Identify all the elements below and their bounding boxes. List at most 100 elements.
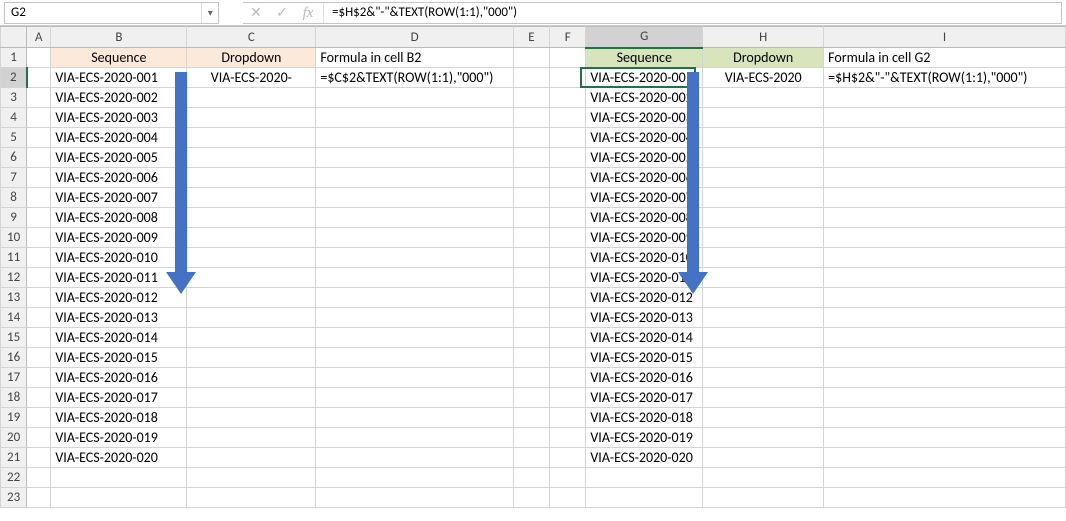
row-header[interactable]: 8 (1, 188, 27, 208)
row-header[interactable]: 22 (1, 468, 27, 488)
cell-C5[interactable] (187, 128, 316, 148)
row-header[interactable]: 23 (1, 488, 27, 508)
cell-G21[interactable]: VIA-ECS-2020-020 (586, 448, 703, 468)
cell-F15[interactable] (550, 328, 586, 348)
cell-A10[interactable] (27, 228, 51, 248)
cell-A11[interactable] (27, 248, 51, 268)
cell-C13[interactable] (187, 288, 316, 308)
cell-A21[interactable] (27, 448, 51, 468)
cell-C9[interactable] (187, 208, 316, 228)
cell-I14[interactable] (824, 308, 1066, 328)
cell-A12[interactable] (27, 268, 51, 288)
cell-C3[interactable] (187, 88, 316, 108)
cell-E20[interactable] (513, 428, 549, 448)
cell-I20[interactable] (824, 428, 1066, 448)
cell-H5[interactable] (703, 128, 824, 148)
cell-D16[interactable] (316, 348, 513, 368)
cell-I7[interactable] (824, 168, 1066, 188)
cell-G13[interactable]: VIA-ECS-2020-012 (586, 288, 703, 308)
cell-F12[interactable] (550, 268, 586, 288)
cell-F20[interactable] (550, 428, 586, 448)
cell-B4[interactable]: VIA-ECS-2020-003 (51, 108, 187, 128)
col-header-D[interactable]: D (316, 27, 513, 48)
cell-E5[interactable] (513, 128, 549, 148)
cell-I17[interactable] (824, 368, 1066, 388)
cell-D3[interactable] (316, 88, 513, 108)
cell-C20[interactable] (187, 428, 316, 448)
col-header-G[interactable]: G (586, 27, 703, 48)
cell-D9[interactable] (316, 208, 513, 228)
cell-C17[interactable] (187, 368, 316, 388)
cell-E12[interactable] (513, 268, 549, 288)
cell-E3[interactable] (513, 88, 549, 108)
cell-H13[interactable] (703, 288, 824, 308)
cell-D18[interactable] (316, 388, 513, 408)
cell-A13[interactable] (27, 288, 51, 308)
cell-I16[interactable] (824, 348, 1066, 368)
cell-B15[interactable]: VIA-ECS-2020-014 (51, 328, 187, 348)
cell-G4[interactable]: VIA-ECS-2020-003 (586, 108, 703, 128)
cell-G18[interactable]: VIA-ECS-2020-017 (586, 388, 703, 408)
cell-F18[interactable] (550, 388, 586, 408)
cell-H8[interactable] (703, 188, 824, 208)
cell-B5[interactable]: VIA-ECS-2020-004 (51, 128, 187, 148)
cell-G23[interactable] (586, 488, 703, 508)
cell-F10[interactable] (550, 228, 586, 248)
col-header-A[interactable]: A (27, 27, 51, 48)
cell-E10[interactable] (513, 228, 549, 248)
cell-C4[interactable] (187, 108, 316, 128)
cell-A1[interactable] (27, 48, 51, 68)
cell-I4[interactable] (824, 108, 1066, 128)
cell-B12[interactable]: VIA-ECS-2020-011 (51, 268, 187, 288)
cell-B2[interactable]: VIA-ECS-2020-001 (51, 68, 187, 88)
row-header[interactable]: 11 (1, 248, 27, 268)
cell-C11[interactable] (187, 248, 316, 268)
cell-G14[interactable]: VIA-ECS-2020-013 (586, 308, 703, 328)
row-header[interactable]: 20 (1, 428, 27, 448)
cell-H20[interactable] (703, 428, 824, 448)
cell-G8[interactable]: VIA-ECS-2020-007 (586, 188, 703, 208)
cell-D21[interactable] (316, 448, 513, 468)
row-header[interactable]: 1 (1, 48, 27, 68)
cell-I18[interactable] (824, 388, 1066, 408)
cell-H12[interactable] (703, 268, 824, 288)
cell-G11[interactable]: VIA-ECS-2020-010 (586, 248, 703, 268)
cell-F21[interactable] (550, 448, 586, 468)
cell-F2[interactable] (550, 68, 586, 88)
cell-A5[interactable] (27, 128, 51, 148)
cell-A4[interactable] (27, 108, 51, 128)
cell-E16[interactable] (513, 348, 549, 368)
row-header[interactable]: 4 (1, 108, 27, 128)
cell-D5[interactable] (316, 128, 513, 148)
cell-E23[interactable] (513, 488, 549, 508)
cell-E13[interactable] (513, 288, 549, 308)
cell-C7[interactable] (187, 168, 316, 188)
cell-F13[interactable] (550, 288, 586, 308)
cell-B8[interactable]: VIA-ECS-2020-007 (51, 188, 187, 208)
cell-B23[interactable] (51, 488, 187, 508)
cell-F1[interactable] (550, 48, 586, 68)
cell-I21[interactable] (824, 448, 1066, 468)
cell-H4[interactable] (703, 108, 824, 128)
cell-D17[interactable] (316, 368, 513, 388)
cell-H10[interactable] (703, 228, 824, 248)
cell-A7[interactable] (27, 168, 51, 188)
cell-A18[interactable] (27, 388, 51, 408)
cell-D15[interactable] (316, 328, 513, 348)
cell-I5[interactable] (824, 128, 1066, 148)
cell-D12[interactable] (316, 268, 513, 288)
name-box-dropdown-icon[interactable]: ▾ (201, 3, 218, 23)
cell-H6[interactable] (703, 148, 824, 168)
row-header[interactable]: 14 (1, 308, 27, 328)
cell-C21[interactable] (187, 448, 316, 468)
cell-G16[interactable]: VIA-ECS-2020-015 (586, 348, 703, 368)
cell-G9[interactable]: VIA-ECS-2020-008 (586, 208, 703, 228)
row-header[interactable]: 12 (1, 268, 27, 288)
cell-H21[interactable] (703, 448, 824, 468)
cell-E14[interactable] (513, 308, 549, 328)
cell-I12[interactable] (824, 268, 1066, 288)
row-header[interactable]: 9 (1, 208, 27, 228)
cell-G3[interactable]: VIA-ECS-2020-002 (586, 88, 703, 108)
cell-D13[interactable] (316, 288, 513, 308)
cell-C6[interactable] (187, 148, 316, 168)
